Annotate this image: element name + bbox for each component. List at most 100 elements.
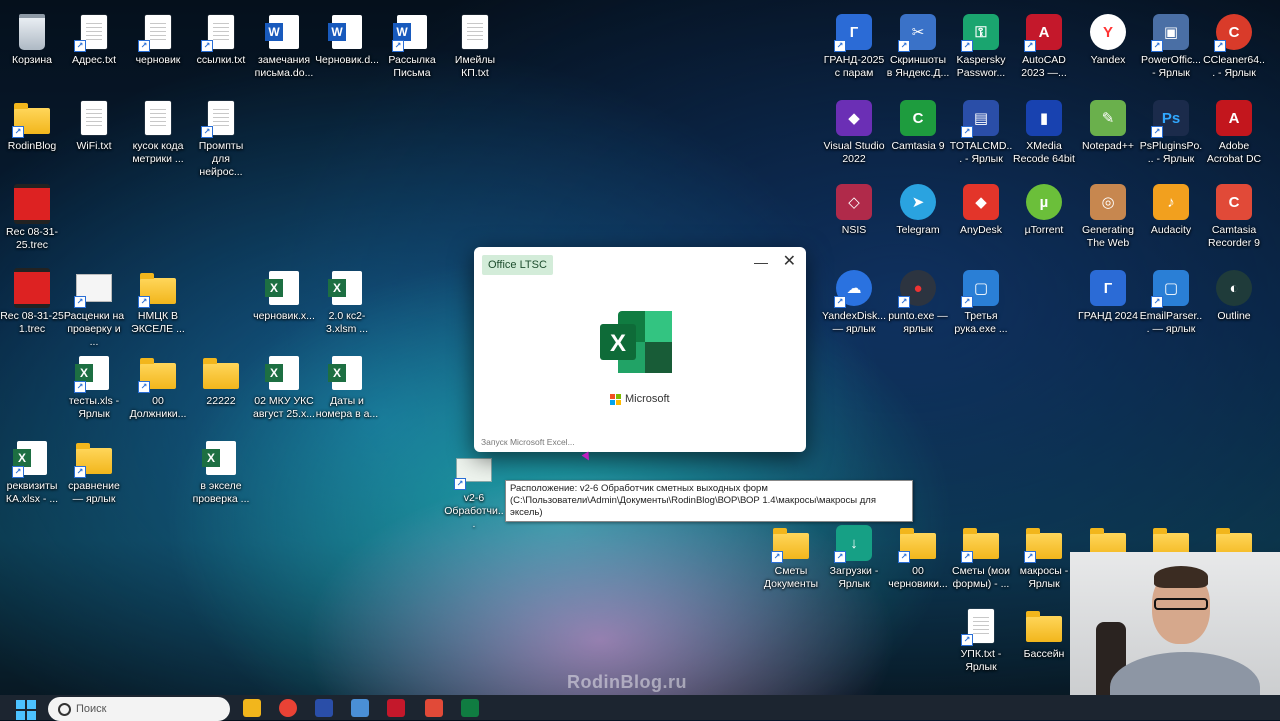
desktop-icon-xmedia[interactable]: ▮ XMedia Recode 64bit — [1012, 100, 1076, 166]
desktop-icon-visual-studio[interactable]: ◆ Visual Studio 2022 — [822, 100, 886, 166]
desktop-icon-autocad[interactable]: A ↗ AutoCAD 2023 —... — [1012, 14, 1076, 80]
desktop-icon-grand-2025[interactable]: Г ↗ ГРАНД-2025 с парам — [822, 14, 886, 80]
desktop-icon-psplugins[interactable]: Ps ↗ PsPluginsPo... - Ярлык — [1139, 100, 1203, 166]
anydesk-icon: ◆ — [963, 184, 999, 220]
desktop-icon-drafts-folder[interactable]: ↗ 00 черновики... — [886, 525, 950, 591]
desktop-icon-audacity[interactable]: ♪ Audacity — [1139, 184, 1203, 237]
desktop-icon-address-txt[interactable]: ↗ Адрес.txt — [62, 14, 126, 67]
desktop-icon-rec-trec[interactable]: Rec 08-31-25.trec — [0, 184, 64, 252]
desktop-icon-upk-txt[interactable]: ↗ УПК.txt - Ярлык — [949, 608, 1013, 674]
desktop-icon-draft-doc[interactable]: W Черновик.d... — [315, 14, 379, 67]
taskbar-chrome-icon[interactable] — [279, 699, 297, 717]
desktop-icon-dates-numbers[interactable]: X Даты и номера в а... — [315, 355, 379, 421]
taskbar-excel-icon[interactable] — [461, 699, 479, 717]
yandex-icon: Y — [1090, 14, 1126, 50]
desktop-icon-draft-xlsx[interactable]: X черновик.x... — [252, 270, 316, 323]
desktop-icon-rodinblog[interactable]: ↗ RodinBlog — [0, 100, 64, 153]
desktop-icon-ccleaner[interactable]: C ↗ CCleaner64... - Ярлык — [1202, 14, 1266, 80]
microsoft-brand: Microsoft — [610, 393, 670, 405]
desktop-icon-camtasia-recorder[interactable]: C Camtasia Recorder 9 — [1202, 184, 1266, 250]
outline-icon: ◐ — [1216, 270, 1252, 306]
desktop-icon-grand-2024[interactable]: Г ГРАНД 2024 — [1076, 270, 1140, 323]
presenter-hair — [1154, 566, 1208, 588]
nsis-icon: ◇ — [836, 184, 872, 220]
desktop-icon-totalcmd[interactable]: ▤ ↗ TOTALCMD... - Ярлык — [949, 100, 1013, 166]
webcam-overlay — [1070, 552, 1280, 710]
desktop-icon-my-forms[interactable]: ↗ Сметы (мои формы) - ... — [949, 525, 1013, 591]
folder-icon: ↗ — [771, 525, 809, 563]
desktop-icon-tests-xls[interactable]: X ↗ тесты.xls - Ярлык — [62, 355, 126, 421]
desktop-icon-pool[interactable]: Бассейн — [1012, 608, 1076, 661]
autocad-icon: A ↗ — [1024, 14, 1062, 52]
folder-icon: ↗ — [1024, 525, 1062, 563]
desktop-icon-prices[interactable]: ↗ Расценки на проверку и ... — [62, 270, 126, 349]
taskbar-totalcmd-icon[interactable] — [315, 699, 333, 717]
floppy-icon: ▤ ↗ — [961, 100, 999, 138]
desktop-icon-screenshots[interactable]: ✂ ↗ Скриншоты в Яндекс.Д... — [886, 14, 950, 80]
desktop-icon-telegram[interactable]: ➤ Telegram — [886, 184, 950, 237]
desktop-icon-mailing-doc[interactable]: W ↗ Рассылка Письма — [380, 14, 444, 80]
monitor-icon: ▣ ↗ — [1151, 14, 1189, 52]
desktop-icon-draft[interactable]: ↗ черновик — [126, 14, 190, 67]
taskbar-search[interactable]: Поиск — [48, 697, 230, 721]
folder-icon — [203, 355, 239, 391]
desktop-icon-prompts[interactable]: ↗ Промпты для нейрос... — [189, 100, 253, 179]
desktop-icon-debtors[interactable]: ↗ 00 Должники... — [126, 355, 190, 421]
desktop-icon-utorrent[interactable]: µ µTorrent — [1012, 184, 1076, 237]
desktop-icon-camtasia[interactable]: C Camtasia 9 — [886, 100, 950, 153]
taskbar-explorer-icon[interactable] — [243, 699, 261, 717]
desktop-icon-metrics-code[interactable]: кусок кода метрики ... — [126, 100, 190, 166]
desktop-icon-recycle-bin[interactable]: Корзина — [0, 14, 64, 67]
desktop-icon-macros[interactable]: ↗ макросы - Ярлык — [1012, 525, 1076, 591]
desktop-icon-mku-uks[interactable]: X 02 МКУ УКС август 25.x... — [252, 355, 316, 421]
desktop-icon-anydesk[interactable]: ◆ AnyDesk — [949, 184, 1013, 237]
desktop-icon-rec-trec-1[interactable]: Rec 08-31-25 1.trec — [0, 268, 64, 336]
close-button[interactable]: ✕ — [783, 251, 796, 271]
desktop-icon-generating-web[interactable]: ◎ Generating The Web — [1076, 184, 1140, 250]
svg-text:X: X — [610, 330, 626, 357]
folder-icon: ↗ — [898, 525, 936, 563]
desktop-icon-requisites[interactable]: X ↗ реквизиты КА.xlsx - ... — [0, 440, 64, 506]
photoshop-icon: Ps ↗ — [1151, 100, 1189, 138]
desktop-icon-punto[interactable]: ● ↗ punto.exe — ярлык — [886, 270, 950, 336]
desktop-icon-smety-docs[interactable]: ↗ Сметы Документы — [759, 525, 823, 591]
desktop-icon-outline[interactable]: ◐ Outline — [1202, 270, 1266, 323]
word-file-icon: W ↗ — [392, 14, 430, 52]
folder-icon: ↗ — [12, 100, 50, 138]
desktop-icon-v2-6-handler[interactable]: ↗ v2-6 Обработчи... — [443, 452, 505, 531]
camtasia-icon: C — [900, 100, 936, 136]
folder-icon: ↗ — [138, 270, 176, 308]
desktop-icon-remarks-doc[interactable]: W замечания письма.do... — [252, 14, 316, 80]
desktop-icon-comparison[interactable]: ↗ сравнение — ярлык — [62, 440, 126, 506]
desktop-icon-acrobat[interactable]: A Adobe Acrobat DC — [1202, 100, 1266, 166]
excel-file-icon: ↗ — [74, 270, 112, 308]
desktop-icon-yandexdisk[interactable]: ☁ ↗ YandexDisk... — ярлык — [822, 270, 886, 336]
desktop-icon-kaspersky[interactable]: ⚿ ↗ Kaspersky Passwor... — [949, 14, 1013, 80]
desktop-icon-22222[interactable]: 22222 — [189, 355, 253, 408]
film-icon: ▮ — [1026, 100, 1062, 136]
desktop-icon-notepadpp[interactable]: ✎ Notepad++ — [1076, 100, 1140, 153]
text-file-icon — [457, 14, 493, 50]
minimize-button[interactable]: — — [754, 254, 768, 270]
taskbar-camtasia-icon[interactable] — [425, 699, 443, 717]
text-file-icon: ↗ — [74, 14, 112, 52]
desktop-icon-links-txt[interactable]: ↗ ссылки.txt — [189, 14, 253, 67]
excel-file-icon: X — [328, 355, 365, 391]
taskbar-app-icon[interactable] — [351, 699, 369, 717]
desktop-icon-downloads[interactable]: ↓ ↗ Загрузки - Ярлык — [822, 525, 886, 591]
desktop-icon-third-hand[interactable]: ▢ ↗ Третья рука.exe ... — [949, 270, 1013, 336]
desktop-icon-poweroffice[interactable]: ▣ ↗ PowerOffic... - Ярлык — [1139, 14, 1203, 80]
folder-icon — [1026, 608, 1062, 644]
start-button[interactable] — [16, 700, 36, 720]
ccleaner-icon: C ↗ — [1214, 14, 1252, 52]
desktop-icon-emails-txt[interactable]: Имейлы КП.txt — [443, 14, 507, 80]
desktop-icon-yandex[interactable]: Y Yandex — [1076, 14, 1140, 67]
desktop-icon-ks2-xlsm[interactable]: X 2.0 кс2-3.xlsm ... — [315, 270, 379, 336]
desktop-icon-nmck[interactable]: ↗ НМЦК В ЭКСЕЛЕ ... — [126, 270, 190, 336]
desktop-icon-excel-check[interactable]: X в экселе проверка ... — [189, 440, 253, 506]
desktop-icon-wifi-txt[interactable]: WiFi.txt — [62, 100, 126, 153]
taskbar-app2-icon[interactable] — [387, 699, 405, 717]
desktop-icon-emailparser[interactable]: ▢ ↗ EmailParser... — ярлык — [1139, 270, 1203, 336]
excel-file-icon: X — [328, 270, 365, 306]
desktop-icon-nsis[interactable]: ◇ NSIS — [822, 184, 886, 237]
